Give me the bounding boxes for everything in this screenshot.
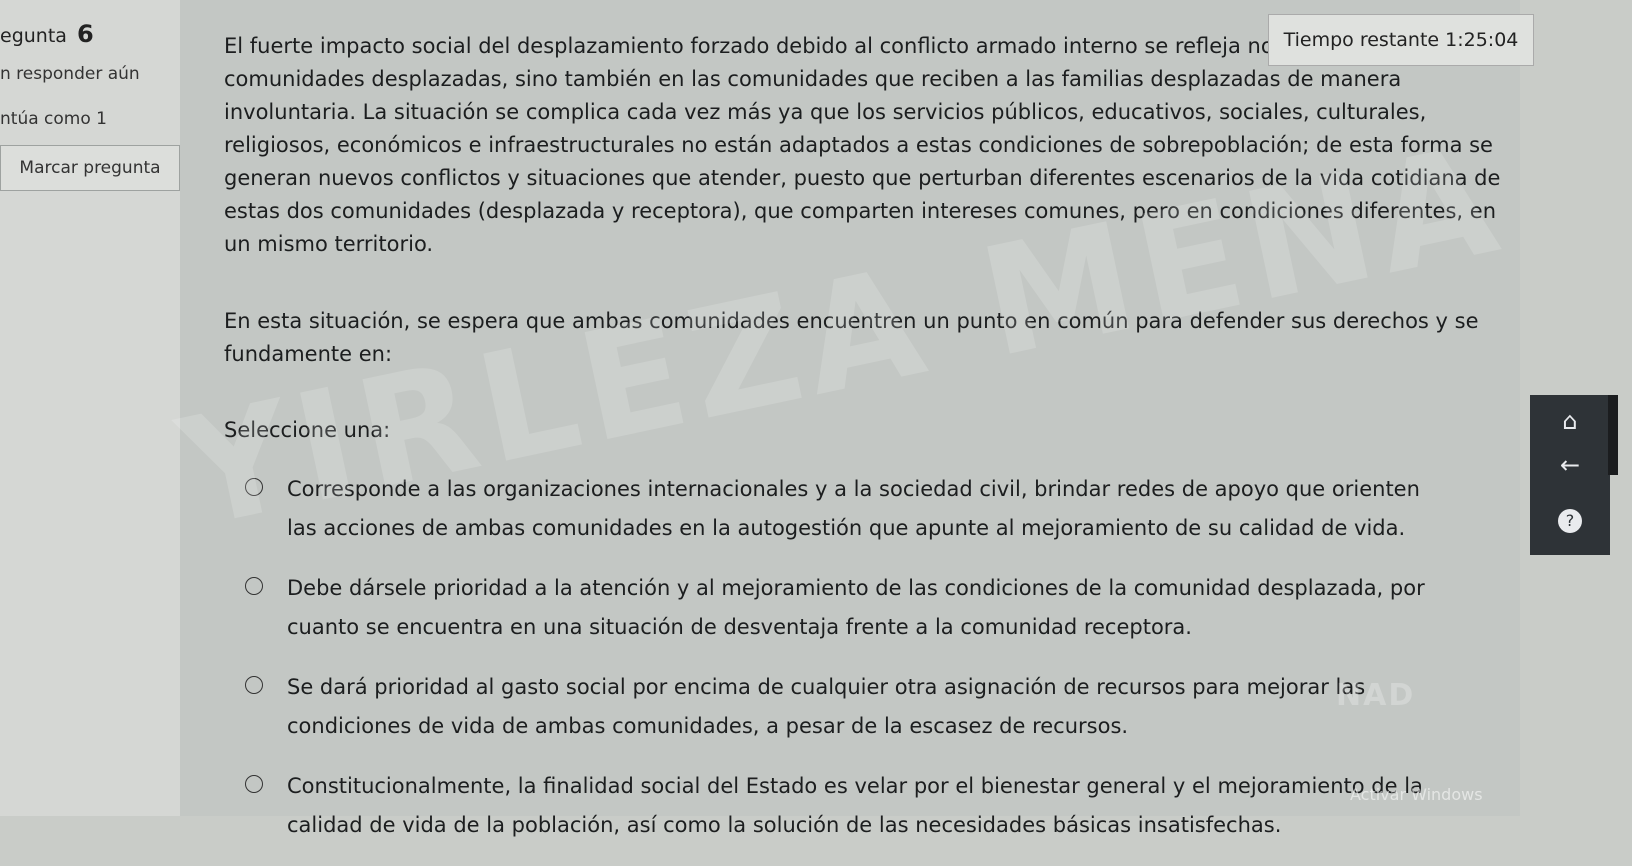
question-score: ntúa como 1 bbox=[0, 109, 107, 129]
option-text: Debe dársele prioridad a la atención y a… bbox=[287, 576, 1425, 639]
arrow-left-icon[interactable]: ← bbox=[1552, 447, 1588, 483]
quiz-sidebar: egunta 6 n responder aún ntúa como 1 Mar… bbox=[0, 0, 180, 816]
home-icon[interactable]: ⌂ bbox=[1552, 403, 1588, 439]
help-icon[interactable]: ? bbox=[1558, 509, 1582, 533]
radio-button[interactable] bbox=[245, 676, 263, 694]
option-text: Corresponde a las organizaciones interna… bbox=[287, 477, 1420, 540]
time-remaining: Tiempo restante 1:25:04 bbox=[1268, 14, 1534, 66]
question-number: 6 bbox=[76, 20, 94, 48]
nad-logo: NAD bbox=[1336, 678, 1416, 713]
question-content: El fuerte impacto social del desplazamie… bbox=[180, 0, 1520, 837]
question-status: n responder aún bbox=[0, 64, 140, 84]
flag-question-button[interactable]: Marcar pregunta bbox=[0, 145, 180, 191]
answer-option-b[interactable]: Debe dársele prioridad a la atención y a… bbox=[245, 569, 1425, 647]
navigation-panel: ⌂ ← ? bbox=[1530, 395, 1610, 555]
option-text: Constitucionalmente, la finalidad social… bbox=[287, 774, 1423, 837]
answer-option-d[interactable]: Constitucionalmente, la finalidad social… bbox=[245, 767, 1425, 845]
answer-options: Corresponde a las organizaciones interna… bbox=[245, 470, 1425, 866]
question-label: egunta bbox=[0, 25, 67, 47]
option-text: Se dará prioridad al gasto social por en… bbox=[287, 675, 1366, 738]
question-heading: egunta 6 bbox=[0, 20, 94, 48]
activate-windows-watermark: Activar Windows bbox=[1350, 785, 1483, 804]
answer-option-c[interactable]: Se dará prioridad al gasto social por en… bbox=[245, 668, 1425, 746]
timer-value: 1:25:04 bbox=[1445, 29, 1519, 51]
question-prompt: En esta situación, se espera que ambas c… bbox=[224, 309, 1479, 366]
radio-button[interactable] bbox=[245, 577, 263, 595]
answer-option-a[interactable]: Corresponde a las organizaciones interna… bbox=[245, 470, 1425, 548]
radio-button[interactable] bbox=[245, 478, 263, 496]
timer-label: Tiempo restante bbox=[1283, 29, 1440, 51]
select-one-label: Seleccione una: bbox=[224, 418, 391, 442]
radio-button[interactable] bbox=[245, 775, 263, 793]
scrollbar-handle[interactable] bbox=[1608, 395, 1618, 475]
